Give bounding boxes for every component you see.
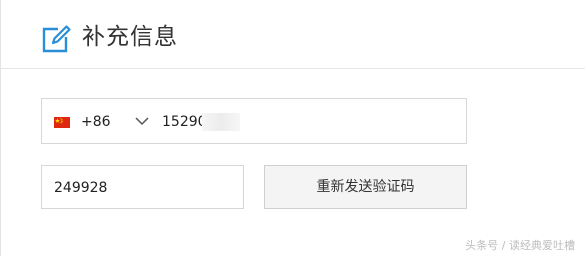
- verification-code-value[interactable]: 249928: [54, 178, 107, 198]
- country-code[interactable]: +86: [81, 112, 111, 132]
- chevron-down-icon[interactable]: [135, 116, 149, 126]
- china-flag-icon[interactable]: [54, 117, 70, 128]
- resend-code-button[interactable]: 重新发送验证码: [264, 165, 467, 209]
- phone-number-mask: [202, 113, 240, 131]
- edit-icon: [42, 25, 71, 53]
- phone-input-group[interactable]: +86 15290 652: [41, 98, 467, 144]
- watermark: 头条号 / 读经典爱吐槽: [465, 239, 575, 252]
- page-title: 补充信息: [82, 24, 178, 50]
- verification-code-field[interactable]: 249928: [41, 165, 244, 209]
- page-header: 补充信息: [0, 0, 585, 69]
